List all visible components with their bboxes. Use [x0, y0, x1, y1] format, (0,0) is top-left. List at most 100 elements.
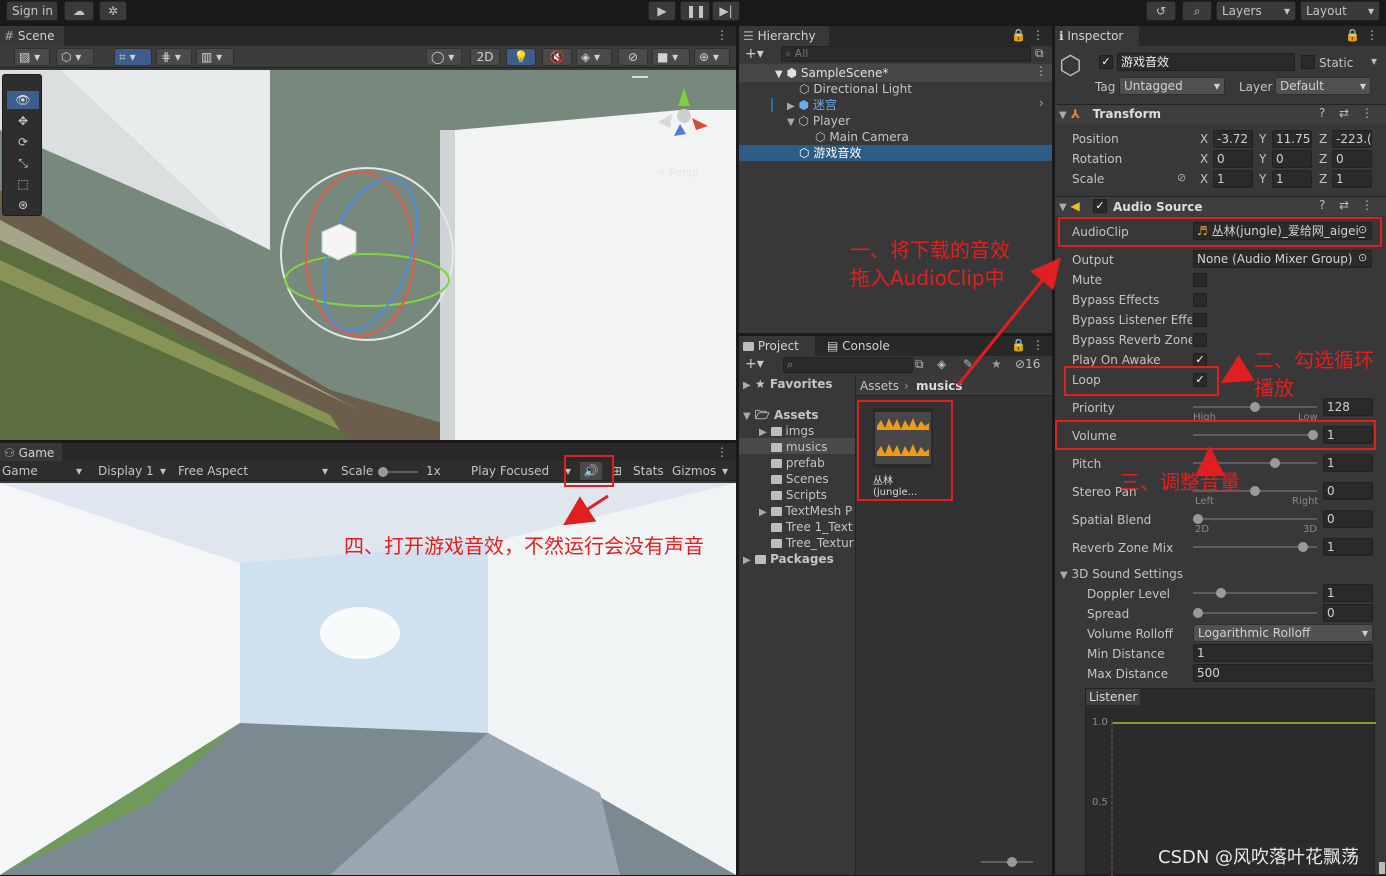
sound-3d-foldout[interactable]: ▼ 3D Sound Settings [1060, 565, 1183, 583]
priority-slider-knob[interactable] [1250, 402, 1260, 412]
stereo-pan-slider-knob[interactable] [1250, 486, 1260, 496]
tab-console[interactable]: ▤ Console [823, 336, 903, 356]
sign-in-button[interactable]: Sign in [6, 1, 58, 21]
game-mode-dropdown[interactable]: Game ▾ [2, 462, 86, 480]
rotation-y-field[interactable]: 0 [1272, 150, 1312, 168]
hidden-packages-icon[interactable]: ⊘16 [1015, 357, 1040, 371]
tab-scene[interactable]: # Scene [0, 26, 64, 46]
search-options-icon[interactable]: ⧉ [1035, 46, 1044, 61]
more-icon[interactable]: ⋮ [1032, 28, 1044, 42]
doppler-slider-knob[interactable] [1216, 588, 1226, 598]
position-z-field[interactable]: -223.( [1332, 130, 1372, 148]
audio-source-enabled-checkbox[interactable]: ✓ [1093, 199, 1107, 213]
min-distance-field[interactable]: 1 [1193, 644, 1373, 662]
bypass-listener-checkbox[interactable] [1193, 313, 1207, 327]
gizmos-dropdown[interactable]: ⊕ ▾ [694, 48, 730, 66]
add-icon[interactable]: +▾ [745, 46, 764, 62]
layer-dropdown[interactable]: Default ▾ [1275, 77, 1371, 95]
play-focused-dropdown[interactable]: Play Focused ▾ [471, 462, 575, 480]
search-icon[interactable]: ⌕ [1182, 1, 1212, 21]
spatial-blend-field[interactable]: 0 [1323, 510, 1373, 528]
effects-dropdown[interactable]: ◈ ▾ [576, 48, 612, 66]
grid-button[interactable]: ⋕ ▾ [156, 48, 192, 66]
spatial-blend-slider-knob[interactable] [1193, 514, 1203, 524]
static-checkbox[interactable] [1301, 55, 1315, 69]
draw-mode-dropdown[interactable]: ▨ ▾ [14, 48, 50, 66]
more-icon[interactable]: ⋮ [1035, 64, 1047, 78]
transform-tool-icon[interactable]: ⊛ [7, 196, 39, 214]
more-icon[interactable]: ⋮ [716, 28, 728, 42]
audio-mute-icon[interactable]: 🔇 [542, 48, 572, 66]
play-on-awake-checkbox[interactable]: ✓ [1193, 353, 1207, 367]
reverb-zone-mix-field[interactable]: 1 [1323, 538, 1373, 556]
priority-field[interactable]: 128 [1323, 398, 1373, 416]
tag-dropdown[interactable]: Untagged ▾ [1119, 77, 1225, 95]
scene-viewport[interactable]: < Persp [0, 70, 736, 440]
hidden-objects-icon[interactable]: ⊘ [618, 48, 648, 66]
pitch-slider-knob[interactable] [1270, 458, 1280, 468]
favorites-section[interactable]: ▶ ★ Favorites [743, 375, 833, 393]
spatial-blend-slider[interactable] [1193, 518, 1317, 520]
selected-row[interactable] [739, 145, 1052, 161]
history-icon[interactable]: ↺ [1146, 1, 1176, 21]
lock-icon[interactable]: 🔒 [1345, 28, 1360, 42]
chevron-down-icon[interactable]: ▾ [1371, 54, 1377, 68]
active-checkbox[interactable]: ✓ [1099, 55, 1113, 69]
scale-z-field[interactable]: 1 [1332, 170, 1372, 188]
chevron-right-icon[interactable]: › [1039, 96, 1044, 110]
bypass-reverb-checkbox[interactable] [1193, 333, 1207, 347]
search-by-label-icon[interactable]: ◈ [937, 357, 946, 371]
increment-snap-button[interactable]: ▥ ▾ [196, 48, 234, 66]
tab-inspector[interactable]: ℹ Inspector [1055, 26, 1139, 46]
rect-tool-icon[interactable]: ⬚ [7, 175, 39, 193]
packages-section[interactable]: ▶ Packages [743, 550, 834, 568]
icon-size-slider-knob[interactable] [1007, 857, 1017, 867]
audio-source-expand[interactable]: ▼ ◀ [1059, 197, 1080, 215]
object-name-field[interactable]: 游戏音效 [1117, 53, 1295, 71]
view-tool-icon[interactable]: 👁 [7, 91, 39, 109]
preset-icon[interactable]: ⇄ [1339, 106, 1349, 120]
cloud-icon[interactable]: ☁ [64, 1, 94, 21]
tag-icon[interactable]: ✎ [963, 357, 973, 371]
link-icon[interactable]: ⊘ [1177, 171, 1186, 184]
pitch-slider[interactable] [1193, 462, 1317, 464]
stats-button[interactable]: Stats [633, 462, 664, 480]
toggle-2d-button[interactable]: 2D [470, 48, 500, 66]
position-x-field[interactable]: -3.72 [1213, 130, 1253, 148]
layout-dropdown[interactable]: Layout ▾ [1300, 1, 1380, 21]
orientation-gizmo[interactable] [652, 84, 716, 148]
tab-hierarchy[interactable]: ☰ Hierarchy [739, 26, 829, 46]
output-field[interactable]: None (Audio Mixer Group) [1193, 250, 1372, 268]
shading-dropdown[interactable]: ◯ ▾ [426, 48, 462, 66]
play-button[interactable]: ▶ [648, 1, 676, 21]
rotation-x-field[interactable]: 0 [1213, 150, 1253, 168]
stereo-pan-field[interactable]: 0 [1323, 482, 1373, 500]
search-by-type-icon[interactable]: ⧉ [915, 357, 924, 372]
more-icon[interactable]: ⋮ [1361, 106, 1373, 120]
scale-slider-knob[interactable] [378, 467, 388, 477]
project-search-input[interactable]: ⌕ [783, 357, 913, 373]
favorite-star-icon[interactable]: ★ [991, 357, 1002, 371]
spread-slider[interactable] [1193, 612, 1317, 614]
spread-field[interactable]: 0 [1323, 604, 1373, 622]
max-distance-field[interactable]: 500 [1193, 664, 1373, 682]
help-icon[interactable]: ? [1319, 106, 1325, 120]
transform-title[interactable]: ▼ ⅄ Transform [1059, 105, 1161, 123]
scrollbar[interactable] [1379, 862, 1385, 874]
bypass-effects-checkbox[interactable] [1193, 293, 1207, 307]
add-icon[interactable]: +▾ [745, 356, 764, 372]
more-icon[interactable]: ⋮ [1032, 338, 1044, 352]
pause-button[interactable]: ❚❚ [680, 1, 710, 21]
move-tool-icon[interactable]: ✥ [7, 112, 39, 130]
scale-x-field[interactable]: 1 [1213, 170, 1253, 188]
more-icon[interactable]: ⋮ [1366, 28, 1378, 42]
doppler-field[interactable]: 1 [1323, 584, 1373, 602]
volume-rolloff-dropdown[interactable]: Logarithmic Rolloff ▾ [1193, 624, 1373, 642]
reverb-zone-mix-slider-knob[interactable] [1298, 542, 1308, 552]
help-icon[interactable]: ? [1319, 198, 1325, 212]
list-item[interactable]: ⬡ 游戏音效 [799, 144, 861, 162]
scale-tool-icon[interactable]: ⤡ [7, 154, 39, 172]
rotation-z-field[interactable]: 0 [1332, 150, 1372, 168]
tab-game[interactable]: ⚇ Game [0, 443, 62, 463]
hierarchy-search-input[interactable]: ⌕ All [781, 46, 1031, 62]
